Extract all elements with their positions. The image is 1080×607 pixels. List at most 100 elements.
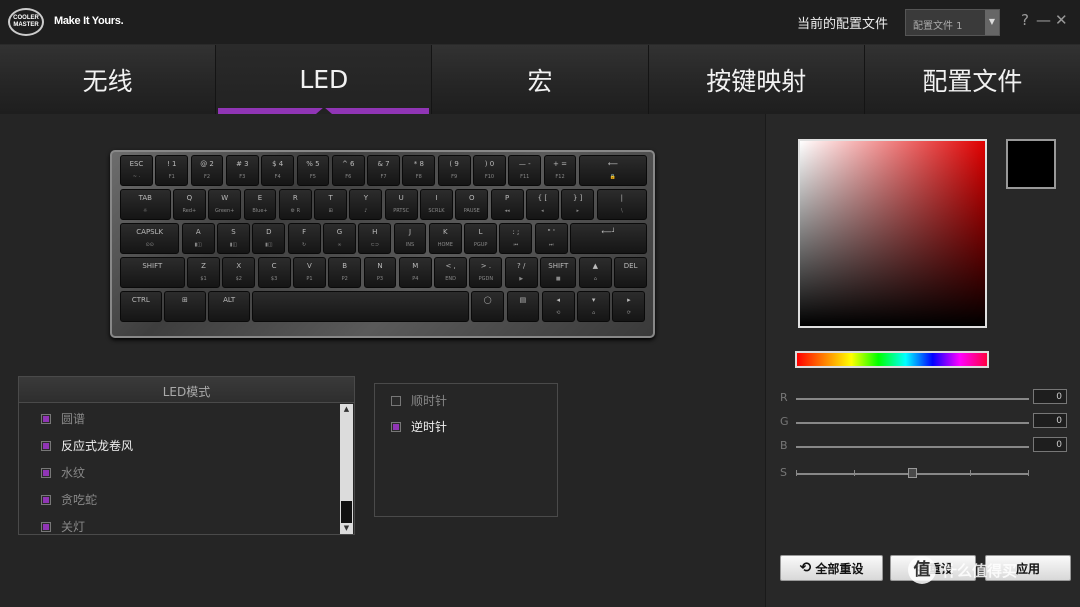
keyboard-key[interactable]: ! 1 F1: [155, 155, 189, 186]
keyboard-key[interactable]: P ◂◂: [490, 189, 524, 220]
keyboard-key[interactable]: ALT: [208, 291, 250, 322]
keyboard-key[interactable]: ? / ▶: [504, 257, 538, 288]
red-value-field[interactable]: 0: [1033, 389, 1067, 404]
color-picker-square[interactable]: [798, 139, 987, 328]
keyboard-key[interactable]: # 3 F3: [225, 155, 259, 186]
keyboard-key[interactable]: { [◂: [525, 189, 559, 220]
keyboard-key[interactable]: @ 2 F2: [190, 155, 224, 186]
keyboard-key[interactable]: % 5 F5: [296, 155, 330, 186]
keyboard-key[interactable]: — - F11: [508, 155, 542, 186]
checkbox[interactable]: [41, 413, 51, 424]
checkbox[interactable]: [391, 395, 401, 406]
keyboard-key[interactable]: J INS: [393, 223, 427, 254]
keyboard-key[interactable]: + = F12: [543, 155, 577, 186]
speed-thumb[interactable]: [908, 468, 917, 478]
led-mode-item[interactable]: 反应式龙卷风: [41, 437, 133, 454]
keyboard-key[interactable]: N P3: [363, 257, 397, 288]
keyboard-key[interactable]: DEL: [614, 257, 648, 288]
keyboard-key[interactable]: [252, 291, 469, 322]
keyboard-key[interactable]: X $2: [222, 257, 256, 288]
keyboard-key[interactable]: ⟵ 🔒: [578, 155, 648, 186]
keyboard-key[interactable]: Z $1: [187, 257, 220, 288]
help-button[interactable]: ?: [1021, 11, 1029, 29]
keyboard-key[interactable]: L PGUP: [464, 223, 498, 254]
keyboard-key[interactable]: O PAUSE: [455, 189, 489, 220]
chevron-down-icon[interactable]: ▼: [985, 10, 999, 35]
keyboard-key[interactable]: : ; ⏮: [499, 223, 533, 254]
blue-value-field[interactable]: 0: [1033, 437, 1067, 452]
keyboard-key[interactable]: SHIFT ■: [540, 257, 577, 288]
led-mode-item[interactable]: 关灯: [41, 518, 85, 535]
keyboard-key[interactable]: * 8 F8: [402, 155, 436, 186]
tab-led[interactable]: LED: [216, 45, 433, 114]
keyboard-key[interactable]: T ⊞: [314, 189, 348, 220]
keyboard-key[interactable]: ( 9 F9: [437, 155, 471, 186]
keyboard-key[interactable]: ^ 6 F6: [331, 155, 365, 186]
checkbox[interactable]: [41, 494, 51, 505]
keyboard-key[interactable]: ⊞: [164, 291, 206, 322]
keyboard-key[interactable]: B P2: [328, 257, 362, 288]
green-track[interactable]: [796, 422, 1029, 424]
keyboard-key[interactable]: ESC ~ ·: [120, 155, 153, 186]
keyboard-key[interactable]: C $3: [257, 257, 291, 288]
keyboard-key[interactable]: V P1: [292, 257, 326, 288]
red-slider[interactable]: R 0: [780, 389, 1070, 407]
keyboard-key[interactable]: SHIFT: [120, 257, 185, 288]
keyboard-key[interactable]: ▾ ⌂: [577, 291, 611, 322]
tab-profiles[interactable]: 配置文件: [864, 45, 1080, 114]
keyboard-key[interactable]: } ] ▸: [561, 189, 595, 220]
green-slider[interactable]: G 0: [780, 413, 1070, 431]
keyboard-key[interactable]: I SCRLK: [420, 189, 453, 220]
direction-clockwise[interactable]: 顺时针: [391, 392, 447, 409]
checkbox[interactable]: [41, 467, 51, 478]
close-button[interactable]: ✕: [1055, 11, 1068, 29]
keyboard-key[interactable]: ▸ ⟳: [612, 291, 646, 322]
keyboard-key[interactable]: CTRL: [120, 291, 162, 322]
keyboard-key[interactable]: D ▮◫: [252, 223, 286, 254]
tab-macro[interactable]: 宏: [432, 45, 649, 114]
keyboard-key[interactable]: < , END: [434, 257, 468, 288]
keyboard-key[interactable]: Y ♪: [349, 189, 383, 220]
keyboard-key[interactable]: E Blue+: [243, 189, 277, 220]
checkbox[interactable]: [41, 440, 51, 451]
keyboard-key[interactable]: > . PGDN: [469, 257, 503, 288]
keyboard-key[interactable]: F ↻: [287, 223, 321, 254]
hue-slider[interactable]: [795, 351, 989, 368]
keyboard-key[interactable]: ▲ ⌂: [578, 257, 612, 288]
scroll-down-icon[interactable]: ▼: [340, 523, 353, 534]
keyboard-key[interactable]: ◂ ⟲: [541, 291, 575, 322]
led-mode-item[interactable]: 圆谱: [41, 410, 85, 427]
keyboard-key[interactable]: & 7 F7: [367, 155, 400, 186]
led-mode-scrollbar[interactable]: ▲ ▼: [340, 404, 353, 534]
keyboard-key[interactable]: | \: [596, 189, 648, 220]
blue-slider[interactable]: B 0: [780, 437, 1070, 455]
keyboard-key[interactable]: G ∞: [322, 223, 356, 254]
tab-key-mapping[interactable]: 按键映射: [648, 45, 865, 114]
speed-slider[interactable]: S: [780, 466, 1070, 482]
keyboard-key[interactable]: ▤: [506, 291, 540, 322]
keyboard-key[interactable]: CAPSLK ⊙⊙: [120, 223, 180, 254]
keyboard-key[interactable]: A ▮◫: [181, 223, 215, 254]
keyboard-key[interactable]: ) 0 F10: [473, 155, 506, 186]
green-value-field[interactable]: 0: [1033, 413, 1067, 428]
keyboard-key[interactable]: K HOME: [428, 223, 462, 254]
keyboard-key[interactable]: ⟵┘: [570, 223, 648, 254]
checkbox[interactable]: [41, 521, 51, 532]
scroll-up-icon[interactable]: ▲: [340, 404, 353, 415]
keyboard-key[interactable]: S ▮◫: [217, 223, 250, 254]
keyboard-key[interactable]: " ' ⏭: [534, 223, 568, 254]
led-mode-item[interactable]: 贪吃蛇: [41, 491, 97, 508]
keyboard-key[interactable]: Q Red+: [172, 189, 206, 220]
keyboard-key[interactable]: TAB ☼: [120, 189, 171, 220]
keyboard-key[interactable]: U PRTSC: [384, 189, 418, 220]
keyboard-key[interactable]: $ 4 F4: [261, 155, 295, 186]
keyboard-key[interactable]: R ⚙ R: [278, 189, 312, 220]
blue-track[interactable]: [796, 446, 1029, 448]
scroll-thumb[interactable]: [341, 501, 352, 523]
profile-select[interactable]: 配置文件 1 ▼: [905, 9, 1000, 36]
keyboard-key[interactable]: M P4: [398, 257, 432, 288]
keyboard-key[interactable]: ◯: [471, 291, 505, 322]
minimize-button[interactable]: —: [1036, 11, 1051, 29]
reset-all-button[interactable]: ⟲ 全部重设: [780, 555, 883, 581]
direction-counterclockwise[interactable]: 逆时针: [391, 418, 447, 435]
